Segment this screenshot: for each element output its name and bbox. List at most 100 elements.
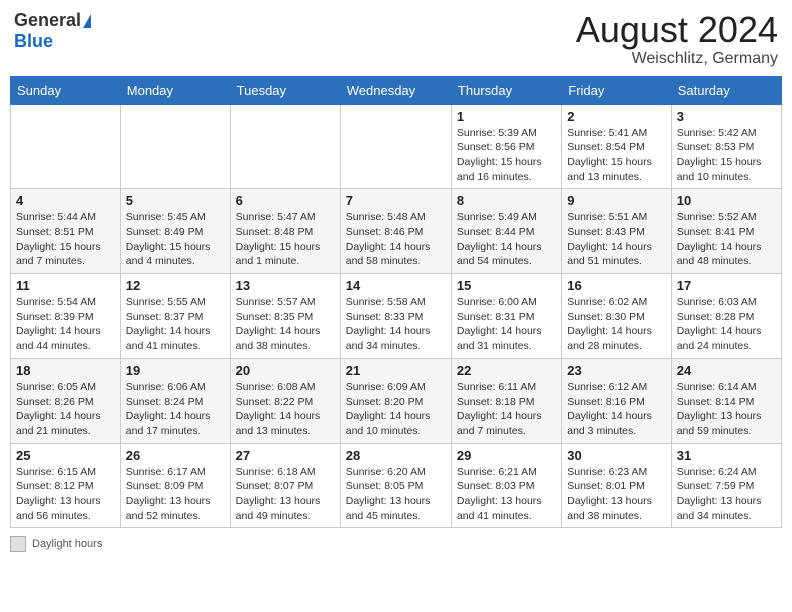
day-number: 16: [567, 278, 665, 293]
calendar-cell: 17 Sunrise: 6:03 AMSunset: 8:28 PMDayligh…: [671, 274, 781, 359]
calendar-cell: 28 Sunrise: 6:20 AMSunset: 8:05 PMDayligh…: [340, 443, 451, 528]
title-section: August 2024 Weischlitz, Germany: [576, 10, 778, 68]
calendar-cell: 2 Sunrise: 5:41 AMSunset: 8:54 PMDaylight…: [562, 104, 671, 189]
calendar-cell: 12 Sunrise: 5:55 AMSunset: 8:37 PMDayligh…: [120, 274, 230, 359]
day-number: 17: [677, 278, 776, 293]
calendar-cell: 1 Sunrise: 5:39 AMSunset: 8:56 PMDaylight…: [451, 104, 561, 189]
calendar-week-row: 11Sunrise: 5:54 AMSunset: 8:39 PMDayligh…: [11, 274, 782, 359]
day-info: Sunrise: 6:03 AMSunset: 8:28 PMDaylight:…: [677, 295, 776, 354]
day-number: 25: [16, 448, 115, 463]
day-info: Sunrise: 5:58 AMSunset: 8:33 PMDaylight:…: [346, 295, 446, 354]
day-info: Sunrise: 6:18 AMSunset: 8:07 PMDaylight:…: [236, 465, 335, 524]
day-number: 26: [126, 448, 225, 463]
logo-icon: [83, 14, 91, 28]
day-number: 10: [677, 193, 776, 208]
calendar-week-row: 4 Sunrise: 5:44 AMSunset: 8:51 PMDaylight…: [11, 189, 782, 274]
page-header: General Blue August 2024 Weischlitz, Ger…: [10, 10, 782, 68]
calendar-cell: 23 Sunrise: 6:12 AMSunset: 8:16 PMDayligh…: [562, 358, 671, 443]
calendar-week-row: 1 Sunrise: 5:39 AMSunset: 8:56 PMDaylight…: [11, 104, 782, 189]
weekday-header: Tuesday: [230, 76, 340, 104]
calendar-cell: 10 Sunrise: 5:52 AMSunset: 8:41 PMDayligh…: [671, 189, 781, 274]
day-info: Sunrise: 5:57 AMSunset: 8:35 PMDaylight:…: [236, 295, 335, 354]
day-number: 24: [677, 363, 776, 378]
day-info: Sunrise: 6:17 AMSunset: 8:09 PMDaylight:…: [126, 465, 225, 524]
logo-blue: Blue: [14, 31, 53, 52]
calendar-week-row: 18Sunrise: 6:05 AMSunset: 8:26 PMDayligh…: [11, 358, 782, 443]
daylight-label: Daylight hours: [32, 538, 102, 550]
day-info: Sunrise: 5:45 AMSunset: 8:49 PMDaylight:…: [126, 210, 225, 269]
day-number: 29: [457, 448, 556, 463]
calendar-cell: 31Sunrise: 6:24 AMSunset: 7:59 PMDayligh…: [671, 443, 781, 528]
weekday-header: Monday: [120, 76, 230, 104]
day-info: Sunrise: 5:47 AMSunset: 8:48 PMDaylight:…: [236, 210, 335, 269]
day-number: 11: [16, 278, 115, 293]
day-info: Sunrise: 6:02 AMSunset: 8:30 PMDaylight:…: [567, 295, 665, 354]
day-info: Sunrise: 5:49 AMSunset: 8:44 PMDaylight:…: [457, 210, 556, 269]
day-number: 19: [126, 363, 225, 378]
day-number: 23: [567, 363, 665, 378]
day-number: 8: [457, 193, 556, 208]
weekday-header: Saturday: [671, 76, 781, 104]
weekday-header: Thursday: [451, 76, 561, 104]
day-info: Sunrise: 5:44 AMSunset: 8:51 PMDaylight:…: [16, 210, 115, 269]
day-info: Sunrise: 5:41 AMSunset: 8:54 PMDaylight:…: [567, 126, 665, 185]
day-info: Sunrise: 6:06 AMSunset: 8:24 PMDaylight:…: [126, 380, 225, 439]
day-number: 28: [346, 448, 446, 463]
logo-general: General: [14, 10, 81, 31]
calendar-cell: 22 Sunrise: 6:11 AMSunset: 8:18 PMDayligh…: [451, 358, 561, 443]
calendar-cell: 13 Sunrise: 5:57 AMSunset: 8:35 PMDayligh…: [230, 274, 340, 359]
weekday-header: Wednesday: [340, 76, 451, 104]
calendar-cell: [340, 104, 451, 189]
day-number: 22: [457, 363, 556, 378]
day-info: Sunrise: 6:12 AMSunset: 8:16 PMDaylight:…: [567, 380, 665, 439]
calendar-cell: 26 Sunrise: 6:17 AMSunset: 8:09 PMDayligh…: [120, 443, 230, 528]
calendar-cell: 7Sunrise: 5:48 AMSunset: 8:46 PMDaylight…: [340, 189, 451, 274]
day-number: 3: [677, 109, 776, 124]
calendar-cell: 15 Sunrise: 6:00 AMSunset: 8:31 PMDayligh…: [451, 274, 561, 359]
day-info: Sunrise: 6:00 AMSunset: 8:31 PMDaylight:…: [457, 295, 556, 354]
day-number: 2: [567, 109, 665, 124]
daylight-box: [10, 536, 26, 552]
day-info: Sunrise: 6:09 AMSunset: 8:20 PMDaylight:…: [346, 380, 446, 439]
calendar-cell: 20Sunrise: 6:08 AMSunset: 8:22 PMDayligh…: [230, 358, 340, 443]
footer: Daylight hours: [10, 536, 782, 552]
calendar-cell: 6Sunrise: 5:47 AMSunset: 8:48 PMDaylight…: [230, 189, 340, 274]
day-number: 12: [126, 278, 225, 293]
logo: General Blue: [14, 10, 91, 52]
day-number: 13: [236, 278, 335, 293]
weekday-header: Sunday: [11, 76, 121, 104]
calendar-cell: [230, 104, 340, 189]
day-number: 1: [457, 109, 556, 124]
day-info: Sunrise: 6:20 AMSunset: 8:05 PMDaylight:…: [346, 465, 446, 524]
day-number: 14: [346, 278, 446, 293]
day-info: Sunrise: 6:15 AMSunset: 8:12 PMDaylight:…: [16, 465, 115, 524]
day-number: 7: [346, 193, 446, 208]
day-number: 30: [567, 448, 665, 463]
location: Weischlitz, Germany: [576, 50, 778, 68]
weekday-header-row: SundayMondayTuesdayWednesdayThursdayFrid…: [11, 76, 782, 104]
calendar-cell: 9Sunrise: 5:51 AMSunset: 8:43 PMDaylight…: [562, 189, 671, 274]
day-info: Sunrise: 5:52 AMSunset: 8:41 PMDaylight:…: [677, 210, 776, 269]
day-number: 5: [126, 193, 225, 208]
day-info: Sunrise: 6:14 AMSunset: 8:14 PMDaylight:…: [677, 380, 776, 439]
day-info: Sunrise: 6:21 AMSunset: 8:03 PMDaylight:…: [457, 465, 556, 524]
day-number: 21: [346, 363, 446, 378]
calendar-cell: 14 Sunrise: 5:58 AMSunset: 8:33 PMDayligh…: [340, 274, 451, 359]
calendar-cell: 18Sunrise: 6:05 AMSunset: 8:26 PMDayligh…: [11, 358, 121, 443]
calendar-cell: [120, 104, 230, 189]
day-info: Sunrise: 6:11 AMSunset: 8:18 PMDaylight:…: [457, 380, 556, 439]
calendar-cell: 3 Sunrise: 5:42 AMSunset: 8:53 PMDaylight…: [671, 104, 781, 189]
day-info: Sunrise: 5:39 AMSunset: 8:56 PMDaylight:…: [457, 126, 556, 185]
calendar-table: SundayMondayTuesdayWednesdayThursdayFrid…: [10, 76, 782, 529]
day-info: Sunrise: 6:23 AMSunset: 8:01 PMDaylight:…: [567, 465, 665, 524]
day-info: Sunrise: 5:42 AMSunset: 8:53 PMDaylight:…: [677, 126, 776, 185]
calendar-cell: 21 Sunrise: 6:09 AMSunset: 8:20 PMDayligh…: [340, 358, 451, 443]
day-number: 4: [16, 193, 115, 208]
day-number: 9: [567, 193, 665, 208]
day-info: Sunrise: 5:55 AMSunset: 8:37 PMDaylight:…: [126, 295, 225, 354]
calendar-cell: 25 Sunrise: 6:15 AMSunset: 8:12 PMDayligh…: [11, 443, 121, 528]
day-info: Sunrise: 6:24 AMSunset: 7:59 PMDaylight:…: [677, 465, 776, 524]
day-number: 15: [457, 278, 556, 293]
calendar-cell: 19 Sunrise: 6:06 AMSunset: 8:24 PMDayligh…: [120, 358, 230, 443]
day-number: 20: [236, 363, 335, 378]
